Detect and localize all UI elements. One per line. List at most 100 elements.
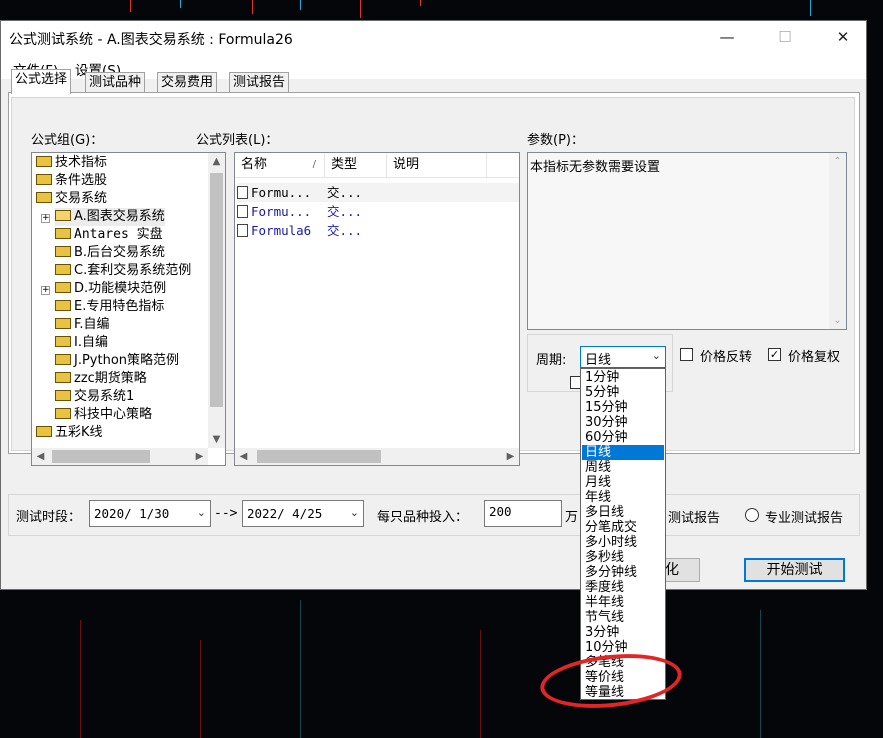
scroll-right-icon[interactable]: ▶ <box>502 448 519 465</box>
tree-item-custom-f[interactable]: F.自编 <box>55 316 110 334</box>
title-bar: 公式测试系统 - A.图表交易系统 : Formula26 — ☐ ✕ <box>1 21 866 55</box>
tree-item-trading-system-1[interactable]: 交易系统1 <box>55 388 134 406</box>
scroll-down-icon[interactable]: ▼ <box>208 431 225 448</box>
period-option[interactable]: 节气线 <box>582 610 664 625</box>
tree-horizontal-scrollbar[interactable]: ◀ ▶ <box>32 448 208 465</box>
maximize-button[interactable]: ☐ <box>775 27 795 47</box>
scroll-right-icon[interactable]: ▶ <box>191 448 208 465</box>
folder-icon <box>55 354 71 365</box>
tree-item-backend-trading[interactable]: B.后台交易系统 <box>55 244 165 262</box>
list-row[interactable]: Formu... 交... <box>237 202 362 221</box>
invest-input[interactable]: 200 <box>484 500 562 527</box>
close-button[interactable]: ✕ <box>833 27 853 47</box>
price-reverse-label: 价格反转 <box>700 350 753 365</box>
folder-icon <box>36 174 52 185</box>
tree-item-zzc-futures[interactable]: zzc期货策略 <box>55 370 147 388</box>
tab-test-report[interactable]: 测试报告 <box>229 72 290 93</box>
column-type[interactable]: 类型 <box>325 153 387 177</box>
period-option[interactable]: 1分钟 <box>582 370 664 385</box>
period-option[interactable]: 多小时线 <box>582 535 664 550</box>
date-arrow: --> <box>214 506 238 521</box>
scroll-left-icon[interactable]: ◀ <box>235 448 252 465</box>
column-desc[interactable]: 说明 <box>387 153 487 177</box>
scroll-down-icon[interactable]: ⌄ <box>829 312 846 329</box>
folder-icon <box>55 282 71 293</box>
window-title: 公式测试系统 - A.图表交易系统 : Formula26 <box>9 32 293 48</box>
expand-icon[interactable]: + <box>41 286 50 295</box>
end-date-picker[interactable]: 2022/ 4/25 ⌄ <box>242 500 364 527</box>
document-icon <box>237 224 248 237</box>
params-box: 本指标无参数需要设置 ⌃ ⌄ <box>527 152 847 330</box>
period-option[interactable]: 多分钟线 <box>582 565 664 580</box>
folder-icon <box>55 228 71 239</box>
start-date-picker[interactable]: 2020/ 1/30 ⌄ <box>89 500 211 527</box>
formula-list[interactable]: 名称 / 类型 说明 Formu... 交... Formu... 交... Form… <box>234 152 520 466</box>
scroll-up-icon[interactable]: ⌃ <box>829 153 846 170</box>
formula-group-tree[interactable]: 技术指标 条件选股 交易系统 + A.图表交易系统 Antares 实盘 B.后… <box>31 152 226 466</box>
invest-unit: 万 <box>565 510 579 525</box>
tree-item-colored-kline[interactable]: 五彩K线 <box>36 424 103 442</box>
price-adjust-checkbox[interactable]: ✓ <box>768 348 781 361</box>
period-option[interactable]: 半年线 <box>582 595 664 610</box>
scroll-thumb[interactable] <box>52 450 150 463</box>
tree-item-chart-trading[interactable]: A.图表交易系统 <box>55 208 165 226</box>
period-option[interactable]: 10分钟 <box>582 640 664 655</box>
tree-item-python[interactable]: J.Python策略范例 <box>55 352 179 370</box>
list-row[interactable]: Formu... 交... <box>237 183 519 202</box>
tab-trading-fees[interactable]: 交易费用 <box>157 72 218 93</box>
annotation-circle <box>537 647 685 715</box>
tab-test-instruments[interactable]: 测试品种 <box>85 72 146 93</box>
tree-item-trading-system[interactable]: 交易系统 <box>36 190 107 208</box>
tree-item-stock-screening[interactable]: 条件选股 <box>36 172 107 190</box>
period-option[interactable]: 季度线 <box>582 580 664 595</box>
tree-item-antares[interactable]: Antares 实盘 <box>55 226 163 244</box>
scroll-up-icon[interactable]: ▲ <box>208 153 225 170</box>
list-row[interactable]: Formula6 交... <box>237 221 362 240</box>
tree-item-arbitrage[interactable]: C.套利交易系统范例 <box>55 262 191 280</box>
period-option[interactable]: 5分钟 <box>582 385 664 400</box>
tree-item-function-module[interactable]: D.功能模块范例 <box>55 280 166 298</box>
tree-item-special-indicators[interactable]: E.专用特色指标 <box>55 298 164 316</box>
expand-icon[interactable]: + <box>41 214 50 223</box>
period-option[interactable]: 60分钟 <box>582 430 664 445</box>
tree-vertical-scrollbar[interactable]: ▲ ▼ <box>208 153 225 448</box>
scroll-thumb[interactable] <box>210 173 223 407</box>
tree-item-tech-indicators[interactable]: 技术指标 <box>36 154 107 172</box>
period-option[interactable]: 多秒线 <box>582 550 664 565</box>
minimize-button[interactable]: — <box>717 27 737 47</box>
open-folder-icon <box>55 210 71 221</box>
period-option[interactable]: 多日线 <box>582 505 664 520</box>
folder-icon <box>36 426 52 437</box>
period-option[interactable]: 3分钟 <box>582 625 664 640</box>
tab-formula-select[interactable]: 公式选择 <box>11 69 72 94</box>
folder-icon <box>55 246 71 257</box>
scroll-thumb[interactable] <box>257 450 381 463</box>
tree-item-custom-i[interactable]: I.自编 <box>55 334 108 352</box>
period-option[interactable]: 30分钟 <box>582 415 664 430</box>
tree-item-tech-center[interactable]: 科技中心策略 <box>55 406 152 424</box>
period-dropdown-list[interactable]: 1分钟 5分钟 15分钟 30分钟 60分钟 日线 周线 月线 年线 多日线 分笔成交 多小时线 多秒线… <box>580 368 666 700</box>
list-horizontal-scrollbar[interactable]: ◀ ▶ <box>235 448 519 465</box>
folder-icon <box>55 390 71 401</box>
folder-icon <box>55 372 71 383</box>
sort-icon: / <box>312 159 316 170</box>
period-option[interactable]: 周线 <box>582 460 664 475</box>
chevron-down-icon: ⌄ <box>349 506 359 519</box>
price-reverse-checkbox[interactable] <box>680 348 693 361</box>
period-select[interactable]: 日线 ⌄ <box>580 346 666 368</box>
period-option[interactable]: 分笔成交 <box>582 520 664 535</box>
document-icon <box>237 205 248 218</box>
params-scrollbar[interactable]: ⌃ ⌄ <box>829 153 846 329</box>
period-option[interactable]: 年线 <box>582 490 664 505</box>
folder-icon <box>36 156 52 167</box>
pro-report-radio[interactable] <box>745 508 759 522</box>
period-option[interactable]: 月线 <box>582 475 664 490</box>
column-name[interactable]: 名称 / <box>235 153 325 177</box>
period-option[interactable]: 日线 <box>582 445 664 460</box>
period-option[interactable]: 15分钟 <box>582 400 664 415</box>
start-test-button[interactable]: 开始测试 <box>744 558 845 582</box>
formula-list-label: 公式列表(L)： <box>196 133 279 148</box>
params-text: 本指标无参数需要设置 <box>530 160 661 175</box>
scroll-left-icon[interactable]: ◀ <box>32 448 49 465</box>
folder-icon <box>55 300 71 311</box>
